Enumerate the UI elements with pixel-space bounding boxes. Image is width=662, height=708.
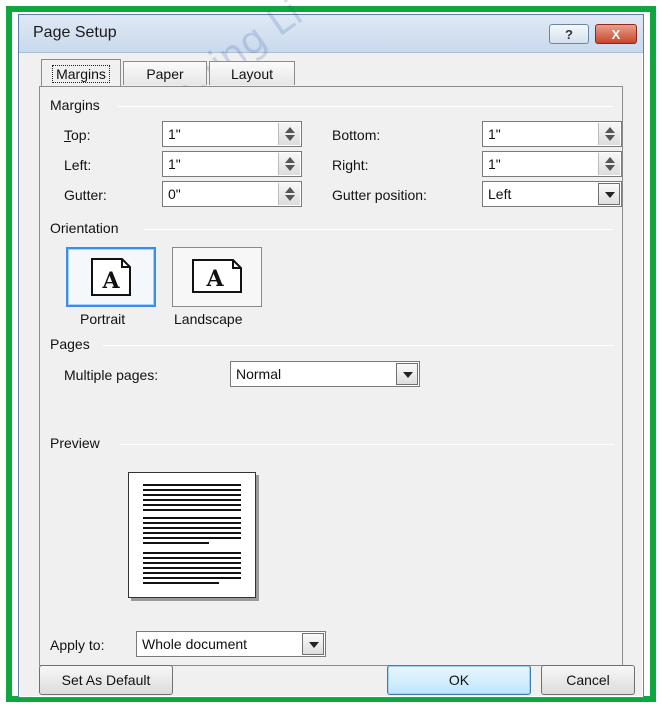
tab-margins[interactable]: Margins <box>41 59 121 88</box>
apply-to-value: Whole document <box>142 636 248 652</box>
spin-arrows-icon[interactable] <box>598 123 620 145</box>
top-margin-value: 1" <box>168 126 181 142</box>
multiple-pages-label: Multiple pages: <box>64 367 159 383</box>
set-as-default-button[interactable]: Set As Default <box>39 665 173 695</box>
right-margin-spinner[interactable]: 1" <box>482 151 622 177</box>
multiple-pages-value: Normal <box>236 366 282 382</box>
chevron-down-icon[interactable] <box>396 363 418 385</box>
orientation-group-label: Orientation <box>50 220 119 236</box>
group-divider <box>118 106 614 107</box>
pages-group-label: Pages <box>50 336 90 352</box>
chevron-down-icon[interactable] <box>302 633 324 655</box>
tab-label: Paper <box>146 65 184 82</box>
gutter-value: 0" <box>168 186 181 202</box>
window-title: Page Setup <box>33 24 117 41</box>
left-label: Left: <box>64 157 92 173</box>
help-icon: ? <box>565 26 573 42</box>
preview-lines-icon <box>143 484 241 584</box>
chevron-down-icon[interactable] <box>598 183 620 205</box>
bottom-margin-spinner[interactable]: 1" <box>482 121 622 147</box>
right-label: Right: <box>332 157 369 173</box>
gutter-label: Gutter: <box>64 187 107 203</box>
tab-label: Margins <box>52 65 110 83</box>
top-label: Top: <box>64 127 91 143</box>
left-margin-value: 1" <box>168 156 181 172</box>
gutter-position-value: Left <box>488 186 512 202</box>
close-icon: X <box>611 26 621 42</box>
page-setup-dialog: Page Setup ? X Learning Li Margins Paper… <box>18 0 644 698</box>
ok-button[interactable]: OK <box>387 665 531 695</box>
gutter-position-label: Gutter position: <box>332 187 427 203</box>
gutter-spinner[interactable]: 0" <box>162 181 302 207</box>
landscape-button[interactable]: A <box>172 247 262 307</box>
svg-text:A: A <box>205 266 224 292</box>
margins-group-label: Margins <box>50 97 100 113</box>
portrait-page-icon: A <box>91 258 131 296</box>
cancel-button[interactable]: Cancel <box>541 665 635 695</box>
group-divider <box>102 345 614 346</box>
group-divider <box>120 444 614 445</box>
spin-arrows-icon[interactable] <box>278 183 300 205</box>
spin-arrows-icon[interactable] <box>598 153 620 175</box>
help-button[interactable]: ? <box>549 24 589 44</box>
top-margin-spinner[interactable]: 1" <box>162 121 302 147</box>
bottom-label: Bottom: <box>332 127 381 143</box>
bottom-margin-value: 1" <box>488 126 501 142</box>
tab-layout[interactable]: Layout <box>209 61 295 85</box>
group-divider <box>144 229 614 230</box>
portrait-button[interactable]: A <box>66 247 156 307</box>
left-margin-spinner[interactable]: 1" <box>162 151 302 177</box>
portrait-label: Portrait <box>80 311 126 327</box>
multiple-pages-select[interactable]: Normal <box>230 361 420 387</box>
svg-text:A: A <box>101 268 120 294</box>
gutter-position-select[interactable]: Left <box>482 181 622 207</box>
landscape-page-icon: A <box>192 259 242 293</box>
right-margin-value: 1" <box>488 156 501 172</box>
preview-page-image <box>128 472 256 598</box>
apply-to-label: Apply to: <box>50 637 105 653</box>
spin-arrows-icon[interactable] <box>278 153 300 175</box>
preview-group-label: Preview <box>50 435 100 451</box>
tab-paper[interactable]: Paper <box>123 61 207 85</box>
title-bar[interactable]: Page Setup ? X <box>19 15 643 53</box>
tab-label: Layout <box>230 65 274 82</box>
spin-arrows-icon[interactable] <box>278 123 300 145</box>
margins-tab-page: Margins Top: 1" Bottom: 1" Left: 1" Righ… <box>39 86 623 666</box>
apply-to-select[interactable]: Whole document <box>136 631 326 657</box>
close-button[interactable]: X <box>595 24 637 44</box>
landscape-label: Landscape <box>174 311 243 327</box>
